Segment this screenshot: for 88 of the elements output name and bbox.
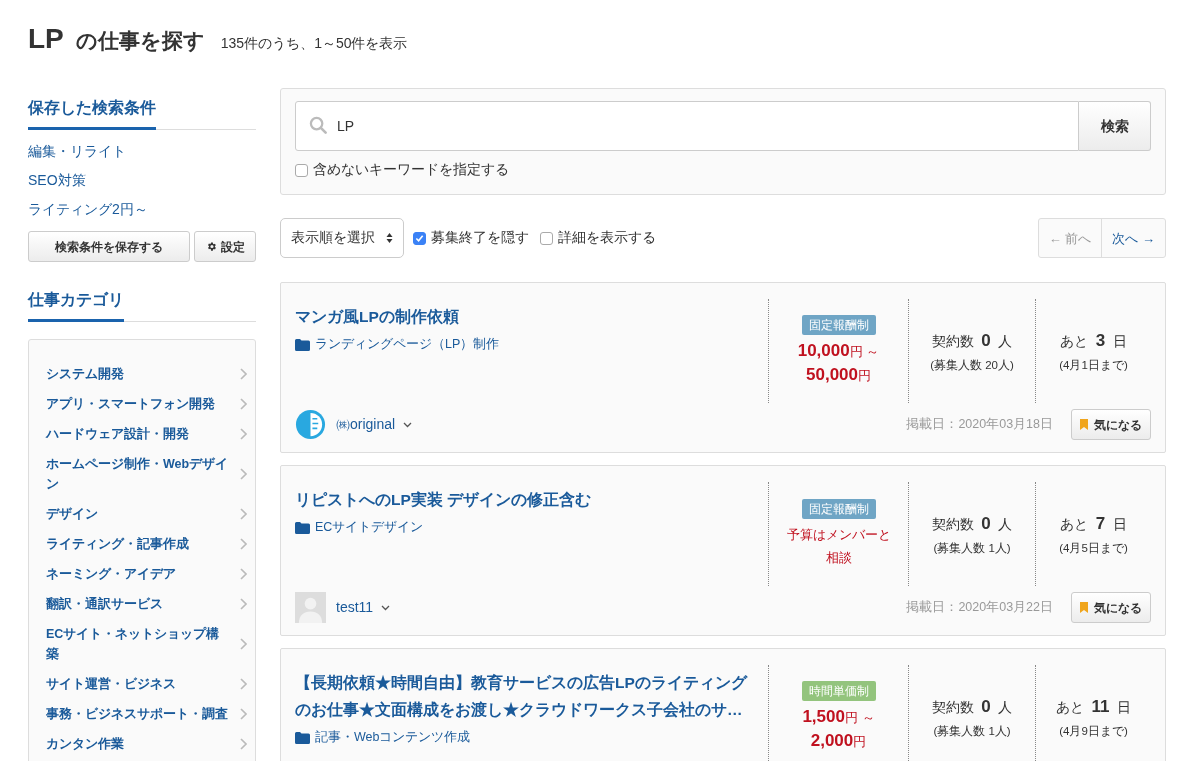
bookmark-button[interactable]: 気になる xyxy=(1071,409,1151,441)
bookmark-icon xyxy=(1080,602,1088,614)
applicant-count: (募集人数 1人) xyxy=(933,724,1011,740)
chevron-down-icon xyxy=(403,421,413,428)
search-field[interactable]: LP xyxy=(295,101,1079,151)
category-link[interactable]: アプリ・スマートフォン開発 xyxy=(46,394,247,414)
chevron-right-icon xyxy=(240,708,247,720)
deadline-date: (4月5日まで) xyxy=(1059,541,1128,557)
bookmark-button[interactable]: 気になる xyxy=(1071,592,1151,624)
checkbox-label: 募集終了を隠す xyxy=(431,229,529,248)
client-name-link[interactable]: test11 xyxy=(336,597,391,619)
category-link[interactable]: ハードウェア設計・開発 xyxy=(46,424,247,444)
chevron-right-icon xyxy=(240,638,247,650)
chevron-right-icon xyxy=(240,508,247,520)
posted-date: 掲載日：2020年03月18日 xyxy=(906,416,1053,434)
days-remaining: あと 7 日 xyxy=(1060,512,1127,535)
pay-type-badge: 固定報酬制 xyxy=(801,315,876,336)
section-heading: 仕事カテゴリ xyxy=(28,288,124,322)
price-text: 50,000円 xyxy=(806,364,871,387)
category-link[interactable]: ECサイトデザイン xyxy=(315,518,424,537)
settings-button[interactable]: 設定 xyxy=(194,231,256,262)
price-text: 相談 xyxy=(825,549,852,568)
applicant-count: (募集人数 20人) xyxy=(930,358,1014,374)
checkbox-label: 含めないキーワードを指定する xyxy=(313,161,509,179)
search-keyword: LP xyxy=(28,22,64,56)
section-heading: 保存した検索条件 xyxy=(28,96,156,130)
chevron-right-icon xyxy=(240,398,247,410)
posted-date: 掲載日：2020年03月22日 xyxy=(906,599,1053,617)
job-title-link[interactable]: 【長期依頼★時間自由】教育サービスの広告LPのライティングのお仕事★文面構成をお渡し★クラウドワークス子会社のサ… xyxy=(295,669,752,724)
page-title: の仕事を探す xyxy=(75,28,205,54)
saved-search-link[interactable]: ライティング2円～ xyxy=(28,200,148,218)
checkbox[interactable] xyxy=(295,163,308,177)
category-link[interactable]: ランディングページ（LP）制作 xyxy=(315,335,500,354)
folder-icon xyxy=(295,731,310,744)
result-count: 135件のうち、1～50件を表示 xyxy=(220,34,408,53)
folder-icon xyxy=(295,338,310,351)
applicant-count: (募集人数 1人) xyxy=(933,541,1011,557)
category-link[interactable]: システム開発 xyxy=(46,364,247,384)
chevron-right-icon xyxy=(240,678,247,690)
category-link[interactable]: ネーミング・アイデア xyxy=(46,564,247,584)
days-remaining: あと 3 日 xyxy=(1060,329,1127,352)
category-link[interactable]: ホームページ制作・Webデザイン xyxy=(46,454,247,494)
next-page-button[interactable]: 次へ → xyxy=(1101,219,1165,258)
deadline-date: (4月1日まで) xyxy=(1059,358,1128,374)
checkbox[interactable] xyxy=(413,231,426,245)
job-title-link[interactable]: リピストへのLP実装 デザインの修正含む xyxy=(295,486,592,514)
price-text: 10,000円 ～ xyxy=(797,340,880,363)
category-link[interactable]: カンタン作業 xyxy=(46,734,247,754)
saved-search-link[interactable]: SEO対策 xyxy=(28,171,86,189)
days-remaining: あと 11 日 xyxy=(1055,695,1132,718)
chevron-right-icon xyxy=(240,468,247,480)
search-button[interactable]: 検索 xyxy=(1079,101,1151,151)
pay-type-badge: 固定報酬制 xyxy=(801,499,876,520)
category-link[interactable]: デザイン xyxy=(46,504,247,524)
category-link[interactable]: サイト運営・ビジネス xyxy=(46,674,247,694)
chevron-right-icon xyxy=(240,568,247,580)
category-link[interactable]: ECサイト・ネットショップ構築 xyxy=(46,624,247,664)
chevron-right-icon xyxy=(240,598,247,610)
bookmark-icon xyxy=(1080,419,1088,431)
chevron-right-icon xyxy=(240,368,247,380)
chevron-right-icon xyxy=(240,538,247,550)
category-link[interactable]: ライティング・記事作成 xyxy=(46,534,247,554)
contract-count: 契約数 0 人 xyxy=(931,512,1013,535)
contract-count: 契約数 0 人 xyxy=(931,329,1013,352)
price-text: 2,000円 xyxy=(810,730,867,753)
saved-search-link[interactable]: 編集・リライト xyxy=(28,142,126,160)
price-text: 1,500円 ～ xyxy=(802,706,875,729)
checkbox-label: 詳細を表示する xyxy=(558,229,656,248)
job-title-link[interactable]: マンガ風LPの制作依頼 xyxy=(295,303,459,331)
deadline-date: (4月9日まで) xyxy=(1059,724,1128,740)
chevron-right-icon xyxy=(240,428,247,440)
sort-dropdown[interactable]: 表示順を選択 xyxy=(280,218,404,259)
client-logo-icon xyxy=(295,409,326,441)
folder-icon xyxy=(295,521,310,534)
save-search-button[interactable]: 検索条件を保存する xyxy=(28,231,190,262)
chevron-right-icon xyxy=(240,738,247,750)
contract-count: 契約数 0 人 xyxy=(931,695,1013,718)
category-link[interactable]: 記事・Webコンテンツ作成 xyxy=(315,728,471,747)
checkbox[interactable] xyxy=(540,231,553,245)
category-link[interactable]: 事務・ビジネスサポート・調査 xyxy=(46,704,247,724)
client-name-link[interactable]: ㈱original xyxy=(336,414,413,436)
avatar-placeholder-icon xyxy=(295,592,326,624)
sort-arrows-icon xyxy=(386,232,393,245)
settings-icon xyxy=(205,241,217,252)
price-text: 予算はメンバーと xyxy=(786,526,891,545)
pay-type-badge: 時間単価制 xyxy=(801,681,876,702)
chevron-down-icon xyxy=(381,604,391,611)
category-link[interactable]: 翻訳・通訳サービス xyxy=(46,594,247,614)
